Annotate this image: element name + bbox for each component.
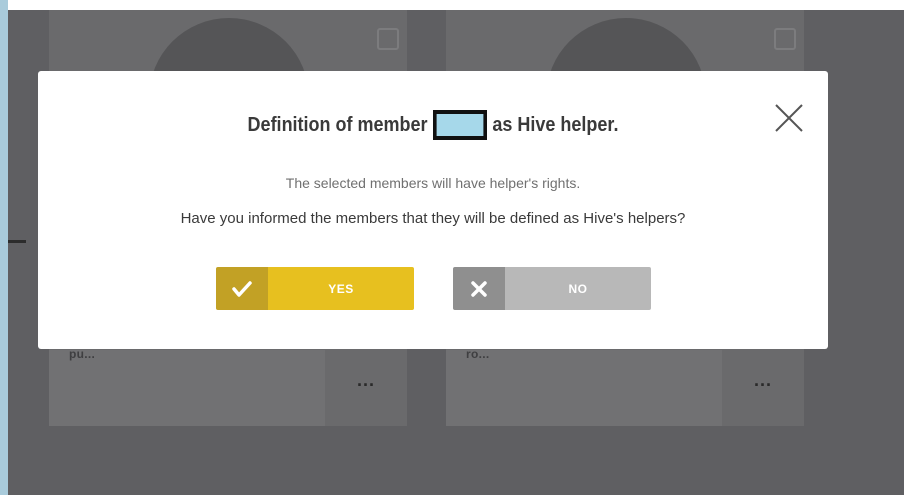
member-checkbox[interactable]: [377, 28, 399, 50]
confirm-helper-dialog: Definition of member as Hive helper. The…: [38, 71, 828, 349]
member-checkbox[interactable]: [774, 28, 796, 50]
title-suffix: as Hive helper.: [492, 113, 619, 136]
redacted-member-name: [432, 110, 487, 140]
close-icon[interactable]: [772, 101, 806, 135]
background-divider: [8, 240, 26, 243]
dialog-question-text: Have you informed the members that they …: [180, 210, 686, 227]
yes-label: YES: [268, 267, 414, 310]
more-options-icon[interactable]: ...: [357, 370, 375, 391]
top-edge-strip: [8, 0, 904, 10]
member-name: ro...: [466, 347, 490, 361]
member-name: pu...: [69, 347, 96, 361]
title-prefix: Definition of member: [247, 113, 428, 136]
checkmark-icon: [216, 267, 268, 310]
dialog-info-text: The selected members will have helper's …: [285, 175, 581, 191]
dialog-title: Definition of member as Hive helper.: [78, 109, 789, 141]
left-edge-strip: [0, 0, 8, 495]
more-options-icon[interactable]: ...: [754, 370, 772, 391]
x-icon: [453, 267, 505, 310]
card-footer: [49, 350, 325, 426]
no-label: NO: [505, 267, 651, 310]
card-footer: [446, 350, 722, 426]
yes-button[interactable]: YES: [216, 267, 414, 310]
no-button[interactable]: NO: [453, 267, 651, 310]
